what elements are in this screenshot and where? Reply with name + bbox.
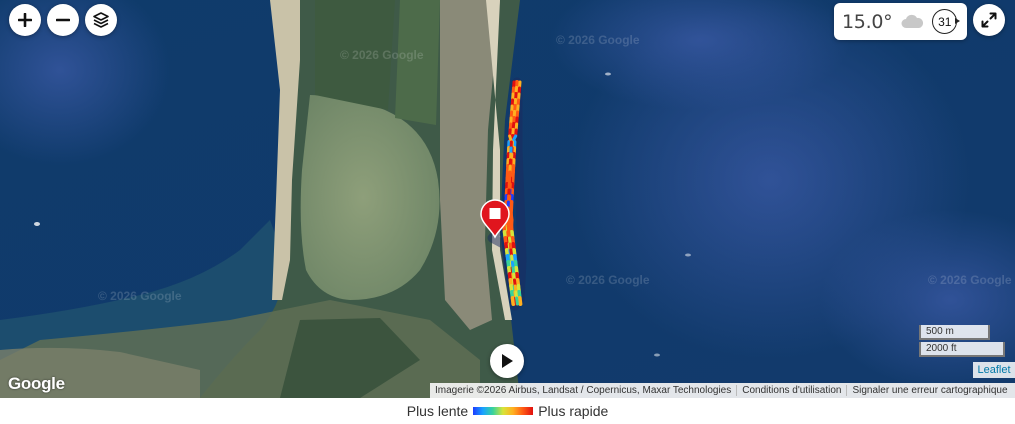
play-icon xyxy=(502,354,513,368)
cloud-icon xyxy=(901,14,924,28)
legend-slow-label: Plus lente xyxy=(406,403,469,419)
map-watermark: © 2026 Google xyxy=(566,273,650,287)
satellite-imagery xyxy=(0,0,1015,398)
wind-speed-label: 31 xyxy=(938,14,952,29)
zoom-in-button[interactable] xyxy=(9,4,41,36)
fullscreen-button[interactable] xyxy=(973,4,1005,36)
layers-button[interactable] xyxy=(85,4,117,36)
temperature-label: 15.0° xyxy=(842,10,893,33)
google-logo: Google xyxy=(8,374,65,393)
track-segment xyxy=(510,296,516,306)
zoom-out-button[interactable] xyxy=(47,4,79,36)
plus-icon xyxy=(18,13,32,27)
scale-bar-metric: 500 m xyxy=(919,325,990,340)
map-canvas[interactable]: © 2026 Google © 2026 Google © 2026 Googl… xyxy=(0,0,1015,398)
wind-speed-indicator: 31 xyxy=(932,9,961,34)
map-watermark: © 2026 Google xyxy=(98,289,182,303)
map-watermark: © 2026 Google xyxy=(556,33,640,47)
map-attribution: Imagerie ©2026 Airbus, Landsat / Coperni… xyxy=(430,383,1015,398)
layers-icon xyxy=(93,12,109,28)
terms-link[interactable]: Conditions d'utilisation xyxy=(737,385,848,396)
leaflet-link[interactable]: Leaflet xyxy=(973,362,1015,378)
play-button[interactable] xyxy=(490,344,524,378)
map-watermark: © 2026 Google xyxy=(928,273,1012,287)
track-segment xyxy=(515,296,519,306)
legend-fast-label: Plus rapide xyxy=(538,403,609,419)
imagery-credit: Imagerie ©2026 Airbus, Landsat / Coperni… xyxy=(430,385,738,396)
report-error-link[interactable]: Signaler une erreur cartographique xyxy=(847,385,1012,396)
scale-bar-imperial: 2000 ft xyxy=(919,342,1005,357)
speed-legend: Plus lente Plus rapide xyxy=(0,398,1015,424)
map-watermark: © 2026 Google xyxy=(340,48,424,62)
minus-icon xyxy=(56,18,70,22)
legend-gradient xyxy=(473,407,534,415)
weather-widget: 15.0° 31 xyxy=(834,3,967,40)
expand-icon xyxy=(981,12,997,28)
track-segment xyxy=(517,296,523,306)
